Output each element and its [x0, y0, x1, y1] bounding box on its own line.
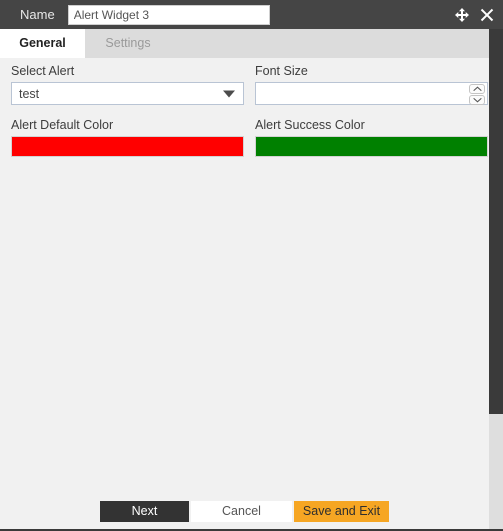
save-and-exit-button[interactable]: Save and Exit [294, 501, 389, 522]
select-alert-value: test [12, 87, 39, 101]
titlebar-actions [455, 0, 494, 29]
font-size-spinner-buttons [469, 84, 485, 105]
name-label: Name [20, 7, 55, 22]
dialog-content: Select Alert test Font Size [0, 58, 489, 493]
move-arrows-icon[interactable] [455, 8, 469, 22]
alert-success-color-label: Alert Success Color [255, 118, 488, 132]
alert-default-color-swatch[interactable] [11, 136, 244, 157]
close-icon[interactable] [480, 8, 494, 22]
alert-success-color-swatch[interactable] [255, 136, 488, 157]
field-font-size: Font Size [255, 64, 488, 105]
field-alert-success-color: Alert Success Color [255, 118, 488, 157]
tab-general[interactable]: General [0, 29, 85, 58]
dialog-titlebar: Name [0, 0, 503, 29]
font-size-label: Font Size [255, 64, 488, 78]
field-alert-default-color: Alert Default Color [11, 118, 244, 157]
field-select-alert: Select Alert test [11, 64, 244, 105]
tab-bar: General Settings [0, 29, 503, 58]
cancel-button[interactable]: Cancel [191, 501, 292, 522]
tab-settings[interactable]: Settings [85, 29, 171, 58]
font-size-decrement-button[interactable] [469, 95, 485, 105]
next-button[interactable]: Next [100, 501, 189, 522]
alert-default-color-label: Alert Default Color [11, 118, 244, 132]
select-alert-dropdown[interactable]: test [11, 82, 244, 105]
vertical-scrollbar-thumb[interactable] [489, 29, 503, 414]
widget-config-dialog: Name General Settings Select Alert test [0, 0, 503, 531]
chevron-down-icon [223, 90, 235, 97]
font-size-increment-button[interactable] [469, 84, 485, 94]
select-alert-label: Select Alert [11, 64, 244, 78]
font-size-stepper[interactable] [255, 82, 488, 105]
dialog-footer: Next Cancel Save and Exit [0, 493, 489, 529]
vertical-scrollbar-track[interactable] [489, 29, 503, 531]
widget-name-input[interactable] [68, 5, 270, 25]
font-size-input[interactable] [256, 83, 468, 104]
